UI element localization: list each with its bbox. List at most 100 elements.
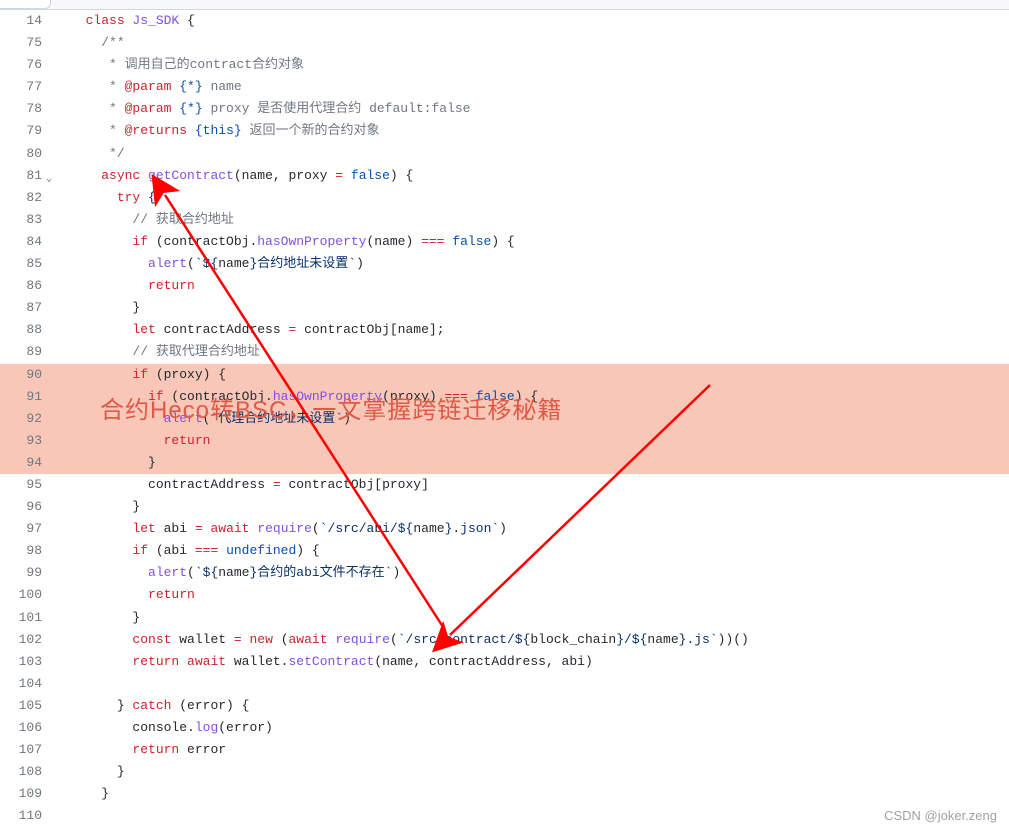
code-content[interactable]: console.log(error) (50, 717, 1009, 739)
line-number: 80 (0, 143, 50, 165)
line-number: 85 (0, 253, 50, 275)
code-line[interactable]: 103 return await wallet.setContract(name… (0, 651, 1009, 673)
line-number: 82 (0, 187, 50, 209)
code-content[interactable]: return error (50, 739, 1009, 761)
line-number: 95 (0, 474, 50, 496)
line-number: 81⌄ (0, 165, 50, 187)
code-line[interactable]: 83 // 获取合约地址 (0, 209, 1009, 231)
code-content[interactable]: if (abi === undefined) { (50, 540, 1009, 562)
code-line[interactable]: 100 return (0, 584, 1009, 606)
line-number: 88 (0, 319, 50, 341)
line-number: 79 (0, 120, 50, 142)
code-line[interactable]: 96 } (0, 496, 1009, 518)
code-line[interactable]: 78 * @param {*} proxy 是否使用代理合约 default:f… (0, 98, 1009, 120)
code-content[interactable]: async getContract(name, proxy = false) { (50, 165, 1009, 187)
line-number: 105 (0, 695, 50, 717)
code-line[interactable]: 89 // 获取代理合约地址 (0, 341, 1009, 363)
code-line[interactable]: 84 if (contractObj.hasOwnProperty(name) … (0, 231, 1009, 253)
code-content[interactable]: alert(`${name}合约地址未设置`) (50, 253, 1009, 275)
code-line[interactable]: 75 /** (0, 32, 1009, 54)
line-number: 78 (0, 98, 50, 120)
code-line[interactable]: 107 return error (0, 739, 1009, 761)
code-content[interactable]: try { (50, 187, 1009, 209)
code-line[interactable]: 86 return (0, 275, 1009, 297)
code-line[interactable]: 110 (0, 805, 1009, 827)
code-content[interactable]: } (50, 783, 1009, 805)
code-content[interactable]: const wallet = new (await require(`/src/… (50, 629, 1009, 651)
line-number: 102 (0, 629, 50, 651)
line-number: 89 (0, 341, 50, 363)
code-line[interactable]: 91 if (contractObj.hasOwnProperty(proxy)… (0, 386, 1009, 408)
code-content[interactable]: if (contractObj.hasOwnProperty(name) ===… (50, 231, 1009, 253)
code-content[interactable]: return await wallet.setContract(name, co… (50, 651, 1009, 673)
code-line[interactable]: 104 (0, 673, 1009, 695)
code-content[interactable]: if (proxy) { (50, 364, 1009, 386)
code-content[interactable]: } (50, 452, 1009, 474)
code-line[interactable]: 76 * 调用自己的contract合约对象 (0, 54, 1009, 76)
code-line[interactable]: 94 } (0, 452, 1009, 474)
code-line[interactable]: 108 } (0, 761, 1009, 783)
code-content[interactable]: } (50, 297, 1009, 319)
code-line[interactable]: 79 * @returns {this} 返回一个新的合约对象 (0, 120, 1009, 142)
code-line[interactable]: 109 } (0, 783, 1009, 805)
code-line[interactable]: 93 return (0, 430, 1009, 452)
code-content[interactable]: // 获取合约地址 (50, 209, 1009, 231)
code-content[interactable]: } (50, 496, 1009, 518)
code-line[interactable]: 82 try { (0, 187, 1009, 209)
code-content[interactable]: } (50, 761, 1009, 783)
editor-tab-bar[interactable] (0, 0, 1009, 10)
code-content[interactable]: /** (50, 32, 1009, 54)
code-line[interactable]: 99 alert(`${name}合约的abi文件不存在`) (0, 562, 1009, 584)
code-editor[interactable]: 14 class Js_SDK {75 /**76 * 调用自己的contrac… (0, 10, 1009, 827)
code-content[interactable]: } catch (error) { (50, 695, 1009, 717)
code-content[interactable]: * @param {*} name (50, 76, 1009, 98)
line-number: 83 (0, 209, 50, 231)
code-line[interactable]: 92 alert(`代理合约地址未设置`) (0, 408, 1009, 430)
code-content[interactable]: * @param {*} proxy 是否使用代理合约 default:fals… (50, 98, 1009, 120)
line-number: 86 (0, 275, 50, 297)
code-content[interactable]: if (contractObj.hasOwnProperty(proxy) ==… (50, 386, 1009, 408)
code-line[interactable]: 81⌄ async getContract(name, proxy = fals… (0, 165, 1009, 187)
code-line[interactable]: 77 * @param {*} name (0, 76, 1009, 98)
code-line[interactable]: 97 let abi = await require(`/src/abi/${n… (0, 518, 1009, 540)
line-number: 94 (0, 452, 50, 474)
csdn-watermark: CSDN @joker.zeng (884, 808, 997, 823)
code-content[interactable]: * @returns {this} 返回一个新的合约对象 (50, 120, 1009, 142)
code-line[interactable]: 87 } (0, 297, 1009, 319)
code-line[interactable]: 14 class Js_SDK { (0, 10, 1009, 32)
line-number: 97 (0, 518, 50, 540)
code-line[interactable]: 95 contractAddress = contractObj[proxy] (0, 474, 1009, 496)
line-number: 109 (0, 783, 50, 805)
code-line[interactable]: 88 let contractAddress = contractObj[nam… (0, 319, 1009, 341)
line-number: 100 (0, 584, 50, 606)
code-content[interactable]: let abi = await require(`/src/abi/${name… (50, 518, 1009, 540)
code-content[interactable]: return (50, 430, 1009, 452)
code-content[interactable]: alert(`代理合约地址未设置`) (50, 408, 1009, 430)
line-number: 104 (0, 673, 50, 695)
line-number: 99 (0, 562, 50, 584)
line-number: 93 (0, 430, 50, 452)
code-content[interactable]: class Js_SDK { (50, 10, 1009, 32)
code-content[interactable]: alert(`${name}合约的abi文件不存在`) (50, 562, 1009, 584)
code-line[interactable]: 106 console.log(error) (0, 717, 1009, 739)
code-line[interactable]: 102 const wallet = new (await require(`/… (0, 629, 1009, 651)
code-content[interactable]: } (50, 607, 1009, 629)
code-content[interactable]: return (50, 584, 1009, 606)
code-content[interactable]: let contractAddress = contractObj[name]; (50, 319, 1009, 341)
code-content[interactable]: */ (50, 143, 1009, 165)
code-content[interactable]: contractAddress = contractObj[proxy] (50, 474, 1009, 496)
code-content[interactable]: * 调用自己的contract合约对象 (50, 54, 1009, 76)
code-line[interactable]: 101 } (0, 607, 1009, 629)
line-number: 87 (0, 297, 50, 319)
code-line[interactable]: 98 if (abi === undefined) { (0, 540, 1009, 562)
code-line[interactable]: 105 } catch (error) { (0, 695, 1009, 717)
code-content[interactable]: return (50, 275, 1009, 297)
line-number: 75 (0, 32, 50, 54)
code-line[interactable]: 85 alert(`${name}合约地址未设置`) (0, 253, 1009, 275)
code-line[interactable]: 90 if (proxy) { (0, 364, 1009, 386)
code-content[interactable]: // 获取代理合约地址 (50, 341, 1009, 363)
line-number: 108 (0, 761, 50, 783)
line-number: 98 (0, 540, 50, 562)
line-number: 77 (0, 76, 50, 98)
code-line[interactable]: 80 */ (0, 143, 1009, 165)
